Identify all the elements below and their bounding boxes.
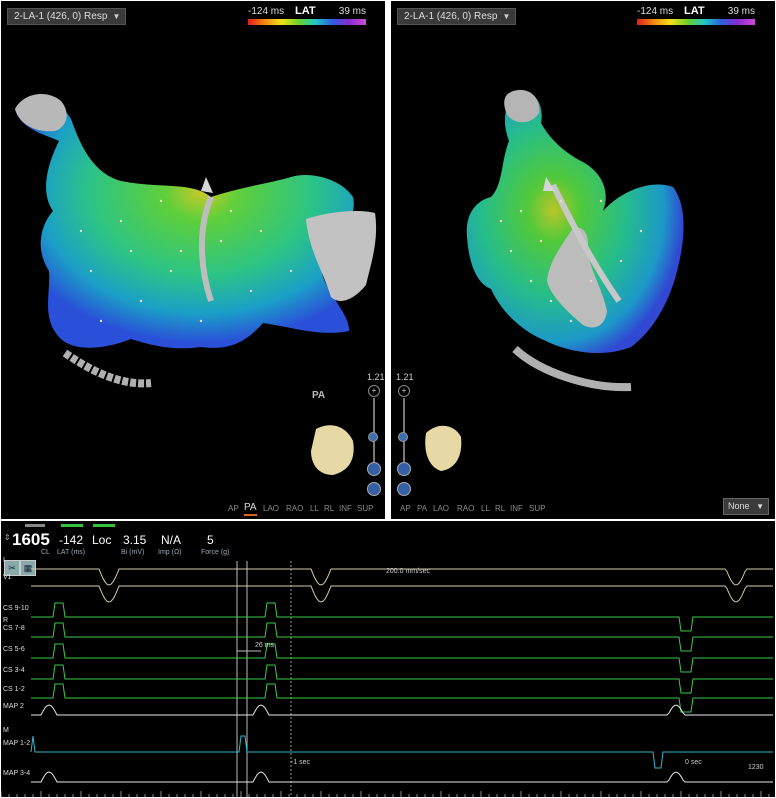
cs-catheter-right bbox=[512, 345, 632, 392]
rotate-button-right[interactable] bbox=[397, 462, 411, 476]
channel-label[interactable]: CS 5-6 bbox=[3, 646, 25, 653]
view-inf-right[interactable]: INF bbox=[510, 504, 523, 513]
left-3d-map[interactable] bbox=[1, 1, 385, 519]
channel-label[interactable]: CS 3-4 bbox=[3, 667, 25, 674]
right-3d-map[interactable] bbox=[391, 1, 775, 519]
trace-map-2 bbox=[31, 704, 773, 716]
view-sup-right[interactable]: SUP bbox=[529, 504, 545, 513]
interval-readout: 26 ms bbox=[255, 642, 275, 649]
channel-label[interactable]: I bbox=[3, 557, 5, 564]
zoom-level-left: 1.21 bbox=[367, 372, 385, 382]
channel-label[interactable]: MAP 3-4 bbox=[3, 770, 30, 777]
left-map-panel[interactable]: 2-LA-1 (426, 0) Resp ▼ -124 ms LAT 39 ms bbox=[1, 1, 385, 519]
view-rao-left[interactable]: RAO bbox=[286, 504, 303, 513]
time-marker-left: -1 sec bbox=[291, 759, 311, 766]
view-rl-right[interactable]: RL bbox=[495, 504, 505, 513]
right-map-panel[interactable]: 2-LA-1 (426, 0) Resp ▼ -124 ms LAT 39 ms bbox=[391, 1, 775, 519]
trace-cs-3-4 bbox=[31, 664, 773, 694]
zoom-level-right: 1.21 bbox=[396, 372, 414, 382]
channel-label[interactable]: CS 1-2 bbox=[3, 686, 25, 693]
view-ap-left[interactable]: AP bbox=[228, 504, 239, 513]
view-ap-right[interactable]: AP bbox=[400, 504, 411, 513]
view-pa-left[interactable]: PA bbox=[244, 502, 257, 516]
view-rao-right[interactable]: RAO bbox=[457, 504, 474, 513]
channel-label[interactable]: CS 9-10 bbox=[3, 605, 29, 612]
time-ruler bbox=[1, 791, 770, 797]
view-bar-left: AP PA LAO RAO LL RL INF SUP bbox=[1, 499, 385, 516]
left-atrium-surface bbox=[15, 97, 354, 349]
orientation-heart-right bbox=[425, 425, 462, 471]
channel-label[interactable]: MAP 2 bbox=[3, 703, 24, 710]
view-rl-left[interactable]: RL bbox=[324, 504, 334, 513]
zoom-in-button-right[interactable]: + bbox=[398, 385, 410, 397]
view-pa-right[interactable]: PA bbox=[417, 504, 427, 513]
trace-cs-7-8 bbox=[31, 622, 773, 652]
spin-icon[interactable] bbox=[397, 482, 411, 496]
chevron-down-icon: ▼ bbox=[756, 502, 764, 511]
appendage-mesh bbox=[15, 94, 67, 132]
egm-traces[interactable] bbox=[1, 521, 775, 797]
trace-cs-1-2 bbox=[31, 683, 773, 713]
trace-cs-5-6 bbox=[31, 643, 773, 673]
view-bar-right: AP PA LAO RAO LL RL INF SUP bbox=[391, 499, 775, 513]
channel-label[interactable]: CS 7-8 bbox=[3, 625, 25, 632]
trace-cs-9-10 bbox=[31, 602, 773, 632]
cs-catheter bbox=[62, 349, 152, 388]
view-sup-left[interactable]: SUP bbox=[357, 504, 373, 513]
orientation-label-left: PA bbox=[312, 390, 326, 401]
orientation-heart-left bbox=[311, 425, 354, 475]
appendage-mesh-right bbox=[504, 89, 540, 123]
time-marker-right: 0 sec bbox=[685, 759, 702, 766]
trace-map-3-4 bbox=[31, 771, 773, 783]
view-ll-left[interactable]: LL bbox=[310, 504, 319, 513]
view-lao-right[interactable]: LAO bbox=[433, 504, 449, 513]
rotate-button-left[interactable] bbox=[367, 462, 381, 476]
channel-label[interactable]: V1 bbox=[3, 574, 12, 581]
trace-v1 bbox=[31, 585, 773, 603]
catheter-tip bbox=[201, 177, 213, 193]
view-ll-right[interactable]: LL bbox=[481, 504, 490, 513]
egm-panel[interactable]: ⇕ 1605 CL -142 LAT (ms) Loc 3.15 Bi (mV)… bbox=[1, 521, 775, 797]
spin-icon[interactable] bbox=[367, 482, 381, 496]
zoom-in-button-left[interactable]: + bbox=[368, 385, 380, 397]
zoom-slider-handle-right[interactable] bbox=[398, 432, 408, 442]
corner-value: 1230 bbox=[748, 764, 764, 771]
channel-label[interactable]: R bbox=[3, 617, 8, 624]
trace-map-1-2 bbox=[30, 735, 773, 769]
display-select[interactable]: None ▼ bbox=[723, 498, 769, 515]
channel-label[interactable]: M bbox=[3, 727, 9, 734]
sweep-speed: 200.0 mm/sec bbox=[386, 568, 430, 575]
zoom-slider-handle-left[interactable] bbox=[368, 432, 378, 442]
display-select-label: None bbox=[728, 501, 750, 511]
view-inf-left[interactable]: INF bbox=[339, 504, 352, 513]
channel-label[interactable]: MAP 1-2 bbox=[3, 740, 30, 747]
view-lao-left[interactable]: LAO bbox=[263, 504, 279, 513]
